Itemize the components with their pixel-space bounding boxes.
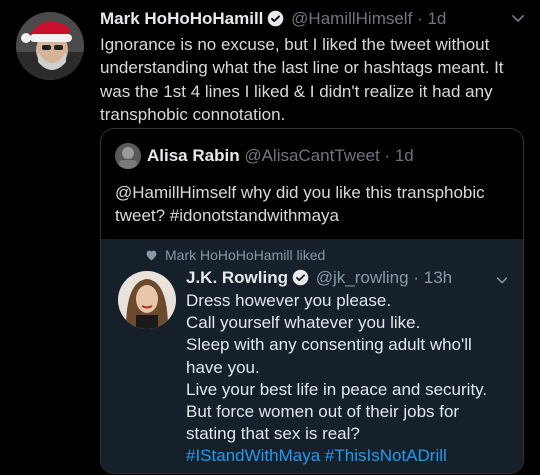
- separator-dot: ·: [417, 9, 423, 28]
- quote-author-handle[interactable]: @AlisaCantTweet: [244, 146, 379, 165]
- verified-badge-icon: [292, 269, 309, 292]
- liked-tweet-card[interactable]: Mark HoHoHoHamill liked J.K. Rowling @jk…: [101, 239, 523, 473]
- quote-text: @HamillHimself why did you like this tra…: [115, 183, 485, 225]
- separator-dot: ·: [413, 268, 419, 287]
- chevron-down-icon[interactable]: [510, 10, 526, 31]
- tweet-line: Call yourself whatever you like.: [186, 313, 421, 333]
- quote-author-avatar[interactable]: [115, 143, 141, 169]
- quote-author-name[interactable]: Alisa Rabin: [147, 146, 240, 165]
- hashtag-link[interactable]: #IStandWithMaya: [186, 446, 320, 465]
- verified-badge-icon: [267, 10, 284, 33]
- author-avatar[interactable]: [16, 12, 84, 80]
- separator-dot: ·: [384, 146, 391, 165]
- tweet-line: have you.: [186, 357, 260, 377]
- heart-icon: [145, 248, 158, 266]
- author-name[interactable]: Mark HoHoHoHamill: [100, 9, 263, 28]
- tweet-line: But force women out of their jobs for: [186, 402, 460, 422]
- liked-by-text: Mark HoHoHoHamill liked: [165, 247, 326, 263]
- tweet-text: Ignorance is no excuse, but I liked the …: [100, 35, 504, 125]
- tweet-header: Mark HoHoHoHamill @HamillHimself · 1d: [100, 8, 500, 33]
- portrait-image-icon: [118, 271, 176, 329]
- tweet-line: Live your best life in peace and securit…: [186, 379, 488, 399]
- quote-time[interactable]: 1d: [395, 146, 414, 165]
- hashtag-line: #IStandWithMaya #ThisIsNotADrill: [186, 445, 516, 467]
- tweet-time[interactable]: 1d: [427, 9, 446, 28]
- tweet-line: Sleep with any consenting adult who'll: [186, 335, 472, 355]
- avatar-image-icon: [115, 143, 141, 169]
- jk-avatar[interactable]: [118, 271, 176, 329]
- santa-avatar: [16, 12, 84, 80]
- liked-tweet-time[interactable]: 13h: [424, 268, 452, 287]
- hashtag-link[interactable]: #ThisIsNotADrill: [325, 446, 447, 465]
- liked-author-name[interactable]: J.K. Rowling: [186, 268, 288, 287]
- tweet[interactable]: Mark HoHoHoHamill @HamillHimself · 1d Ig…: [0, 0, 540, 475]
- liked-tweet-header: J.K. Rowling @jk_rowling · 13h: [186, 267, 452, 292]
- quoted-tweet-card[interactable]: Alisa Rabin @AlisaCantTweet · 1d @Hamill…: [100, 128, 524, 474]
- tweet-line: stating that sex is real?: [186, 424, 360, 444]
- author-handle[interactable]: @HamillHimself: [291, 9, 412, 28]
- quote-header: Alisa Rabin @AlisaCantTweet · 1d: [147, 145, 414, 167]
- tweet-line: Dress however you please.: [186, 291, 392, 310]
- liked-author-handle[interactable]: @jk_rowling: [316, 268, 409, 287]
- liked-tweet-text: Dress however you please. Call yourself …: [186, 290, 516, 468]
